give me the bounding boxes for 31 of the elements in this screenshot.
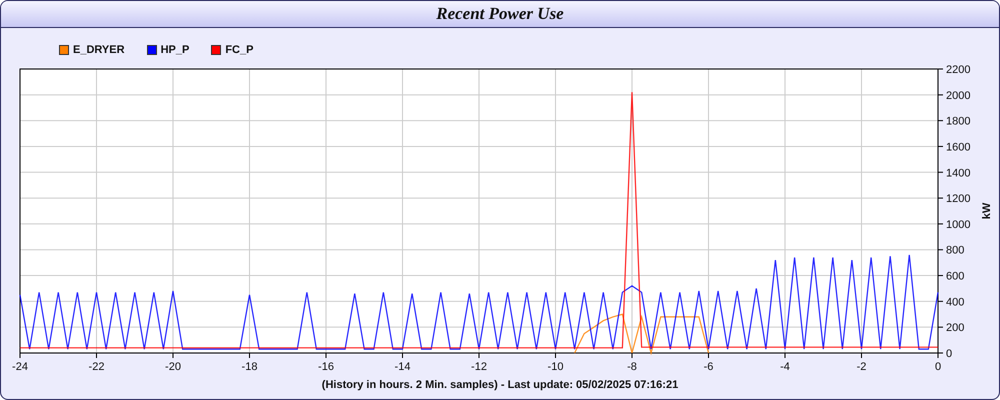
axis-label: -18 xyxy=(242,361,258,373)
axis-label: 600 xyxy=(946,270,964,283)
axis-title: kW xyxy=(981,202,993,220)
axis-label: -22 xyxy=(88,361,104,373)
axis-label: 2000 xyxy=(946,90,970,102)
axis-label: -10 xyxy=(548,361,564,373)
axis-label: -8 xyxy=(627,361,637,373)
axis-label: -24 xyxy=(12,361,28,373)
axis-label: -14 xyxy=(394,361,410,373)
panel-title: Recent Power Use xyxy=(436,4,564,24)
legend-label: FC_P xyxy=(225,44,254,56)
axis-label: 1000 xyxy=(946,218,970,231)
axis-label: -12 xyxy=(471,361,487,373)
axis-label: -16 xyxy=(318,361,334,373)
axis-label: 1600 xyxy=(946,141,970,154)
axis-label: 800 xyxy=(946,244,964,257)
axis-label: 1200 xyxy=(946,193,970,206)
axis-label: 0 xyxy=(946,348,952,360)
x-axis-caption: (History in hours. 2 Min. samples) - Last update: 05/02/2025 07:16:21 xyxy=(320,379,680,391)
legend-label: HP_P xyxy=(160,44,190,56)
axis-label: 400 xyxy=(946,296,964,308)
axis-label: -2 xyxy=(856,361,866,373)
legend-label: E_DRYER xyxy=(73,44,125,56)
axis-label: 2200 xyxy=(946,64,970,76)
axis-label: 1400 xyxy=(946,167,970,180)
axis-label: 200 xyxy=(946,322,964,334)
axis-label: -20 xyxy=(165,361,181,373)
axis-label: 1800 xyxy=(946,116,970,128)
axis-label: 0 xyxy=(934,361,942,373)
axis-label: -6 xyxy=(704,361,714,373)
axis-label: -4 xyxy=(780,361,790,373)
